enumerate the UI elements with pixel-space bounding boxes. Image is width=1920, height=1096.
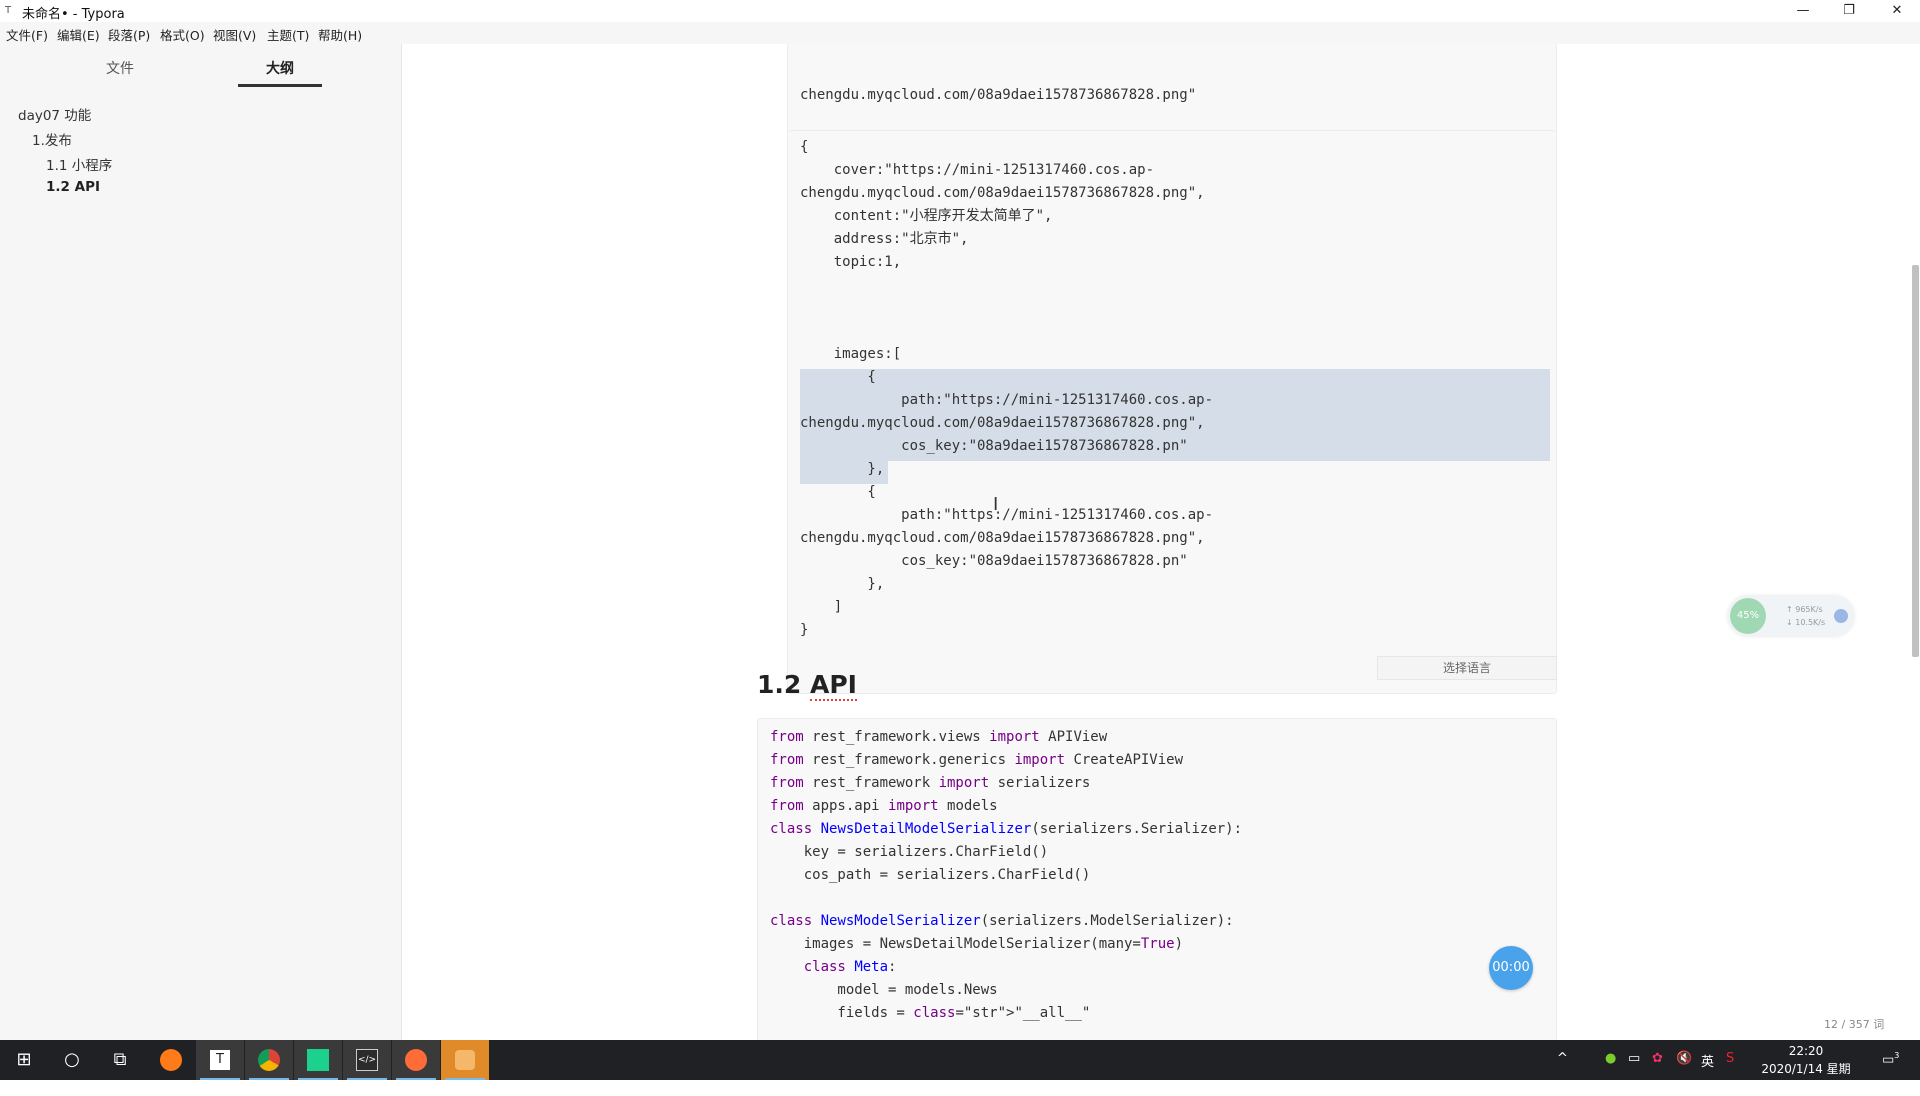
code-line: class Meta: [803, 959, 897, 975]
code-line: chengdu.myqcloud.com/08a9daei15787368678… [800, 185, 1205, 201]
code-line: path:"https://mini-1251317460.cos.ap- [800, 392, 1214, 408]
postman-icon[interactable] [392, 1040, 440, 1080]
code-line: chengdu.myqcloud.com/08a9daei15787368678… [800, 530, 1205, 546]
outline-item-api[interactable]: 1.2 API [46, 179, 100, 195]
code-line: } [800, 622, 809, 638]
clock[interactable]: 22:20 2020/1/14 星期二 [1760, 1042, 1852, 1096]
upload-rate: ↑ 965K/s [1786, 605, 1823, 614]
python-code-content[interactable]: from rest_framework.views import APIView… [770, 726, 1242, 1025]
menu-bar: 文件(F) 编辑(E) 段落(P) 格式(O) 视图(V) 主题(T) 帮助(H… [0, 22, 1920, 44]
accelerate-icon[interactable] [1834, 609, 1848, 623]
clock-date: 2020/1/14 星期二 [1761, 1062, 1851, 1094]
code-line: cover:"https://mini-1251317460.cos.ap- [800, 162, 1155, 178]
code-line: from rest_framework.generics import Crea… [770, 752, 1184, 768]
code-line: model = models.News [770, 982, 998, 998]
firefox-icon[interactable] [147, 1040, 195, 1080]
network-icon[interactable]: ▭ [1628, 1051, 1640, 1066]
menu-theme[interactable]: 主题(T) [267, 25, 309, 44]
notification-icon[interactable]: ▭3 [1882, 1051, 1899, 1067]
title-bar: T 未命名• - Typora — ❐ ✕ [0, 0, 1920, 22]
typora-icon[interactable]: T [196, 1040, 244, 1080]
active-tab-indicator [238, 84, 322, 87]
app-icon[interactable] [441, 1040, 489, 1080]
code-line: chengdu.myqcloud.com/08a9daei15787368678… [800, 415, 1205, 431]
heading-text: API [810, 670, 857, 701]
code-line: cos_key:"08a9daei1578736867828.pn" [800, 553, 1188, 569]
code-line: path:"https://mini-1251317460.cos.ap- [800, 507, 1214, 523]
taskbar: ⊞ ○ ⧉ T </> ^ ● ▭ ✿ 🔇 英 S 22:20 2020/1/1… [0, 1040, 1920, 1094]
code-line: key = serializers.CharField() [770, 844, 1049, 860]
tab-files[interactable]: 文件 [78, 58, 162, 78]
task-view-icon[interactable]: ⧉ [96, 1040, 144, 1080]
outline-item-miniprogram[interactable]: 1.1 小程序 [46, 154, 112, 174]
code-line: { [800, 369, 876, 385]
code-line: from apps.api import models [770, 798, 998, 814]
vertical-scrollbar[interactable] [1910, 44, 1920, 1040]
code-line: images:[ [800, 346, 902, 362]
menu-file[interactable]: 文件(F) [6, 25, 48, 44]
menu-help[interactable]: 帮助(H) [318, 25, 362, 44]
code-line: content:"小程序开发太简单了", [800, 208, 1053, 224]
menu-view[interactable]: 视图(V) [213, 25, 256, 44]
code-line: chengdu.myqcloud.com/08a9daei15787368678… [800, 87, 1197, 103]
code-line: }, [800, 461, 885, 477]
chrome-icon[interactable] [245, 1040, 293, 1080]
close-button[interactable]: ✕ [1874, 0, 1920, 22]
code-line: { [800, 484, 876, 500]
volume-muted-icon[interactable]: 🔇 [1676, 1051, 1692, 1066]
code-line: class NewsDetailModelSerializer(serializ… [770, 821, 1243, 837]
download-rate: ↓ 10.5K/s [1786, 618, 1826, 627]
menu-paragraph[interactable]: 段落(P) [108, 25, 150, 44]
outline-item-publish[interactable]: 1.发布 [32, 129, 72, 149]
language-select[interactable]: 选择语言 [1377, 656, 1557, 680]
sidebar: 文件 大纲 day07 功能 1.发布 1.1 小程序 1.2 API ‹ [0, 44, 418, 1040]
input-method-icon[interactable]: 英 [1701, 1051, 1714, 1070]
windows-start-icon[interactable]: ⊞ [0, 1040, 48, 1080]
tray-expand-icon[interactable]: ^ [1557, 1051, 1568, 1066]
code-line: class NewsModelSerializer(serializers.Mo… [770, 913, 1234, 929]
code-block-content[interactable]: { cover:"https://mini-1251317460.cos.ap-… [800, 136, 1213, 642]
tray-flower-icon[interactable]: ✿ [1652, 1051, 1663, 1066]
code-line: fields = class="str">"__all__" [770, 1005, 1091, 1021]
recording-timer[interactable]: 00:00 [1489, 946, 1533, 990]
tray-app-icon[interactable]: ● [1605, 1051, 1616, 1066]
menu-edit[interactable]: 编辑(E) [57, 25, 100, 44]
memory-usage-ring: 45% [1730, 598, 1766, 634]
outline-item-day07[interactable]: day07 功能 [18, 104, 91, 124]
word-count[interactable]: 12 / 357 词 [1824, 1016, 1884, 1032]
notification-count: 3 [1894, 1051, 1900, 1060]
code-line: from rest_framework import serializers [770, 775, 1091, 791]
code-line: }, [800, 576, 885, 592]
clock-time: 22:20 [1788, 1044, 1824, 1058]
restore-button[interactable]: ❐ [1826, 0, 1872, 22]
heading-api[interactable]: 1.2 API [757, 670, 857, 701]
text-cursor-icon: I [993, 494, 999, 515]
code-editor-icon[interactable]: </> [343, 1040, 391, 1080]
code-line: address:"北京市", [800, 231, 969, 247]
editor-area[interactable]: chengdu.myqcloud.com/08a9daei15787368678… [403, 44, 1920, 1040]
heading-number: 1.2 [757, 670, 810, 699]
code-line: topic:1, [800, 254, 902, 270]
pycharm-icon[interactable] [294, 1040, 342, 1080]
sogou-icon[interactable]: S [1726, 1051, 1734, 1066]
code-line: { [800, 139, 809, 155]
network-speed-widget[interactable]: 45% ↑ 965K/s ↓ 10.5K/s [1728, 596, 1854, 636]
scrollbar-thumb[interactable] [1912, 265, 1919, 657]
menu-format[interactable]: 格式(O) [160, 25, 205, 44]
tab-outline[interactable]: 大纲 [238, 58, 322, 78]
search-icon[interactable]: ○ [48, 1040, 96, 1080]
minimize-button[interactable]: — [1780, 0, 1826, 22]
code-line: cos_path = serializers.CharField() [770, 867, 1091, 883]
code-line: images = NewsDetailModelSerializer(many=… [770, 936, 1184, 952]
typora-app-icon: T [5, 5, 12, 16]
code-line: ] [800, 599, 843, 615]
window-title: 未命名• - Typora [22, 7, 125, 22]
code-line: from rest_framework.views import APIView [770, 729, 1108, 745]
code-line: cos_key:"08a9daei1578736867828.pn" [800, 438, 1188, 454]
